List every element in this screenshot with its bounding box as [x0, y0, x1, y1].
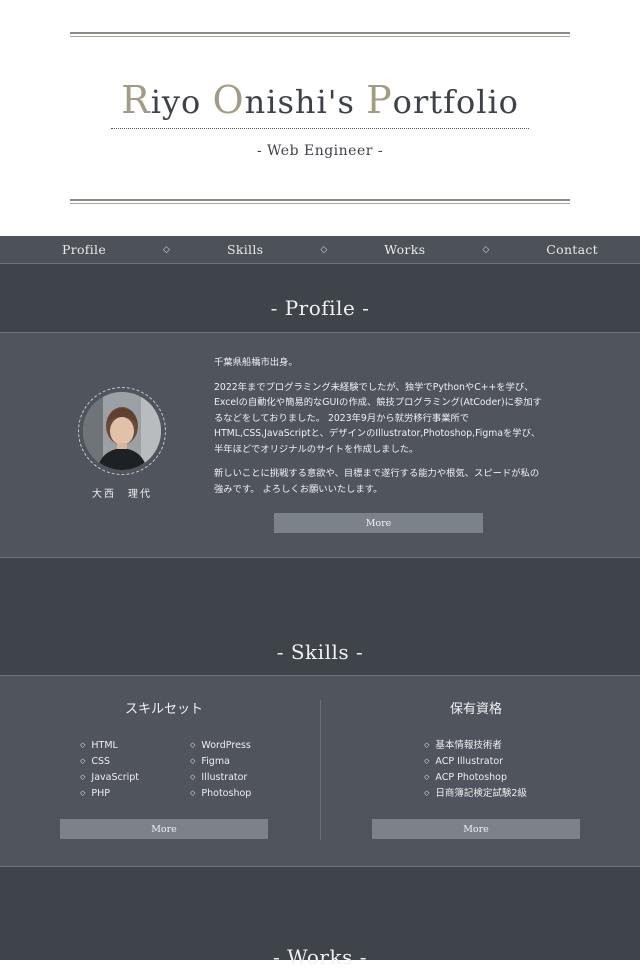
profile-paragraph-1: 千葉県船橋市出身。 [214, 357, 298, 368]
list-item: ACP Illustrator [424, 754, 527, 770]
nav-link-contact[interactable]: Contact [546, 242, 598, 257]
nav-link-profile[interactable]: Profile [62, 242, 106, 257]
list-item: JavaScript [80, 770, 139, 786]
title-part-1: iyo [150, 83, 213, 121]
list-item: Figma [190, 754, 251, 770]
list-item: 日商簿記検定試験2級 [424, 786, 527, 802]
list-item: HTML [80, 738, 139, 754]
profile-heading-band: - Profile - [0, 264, 640, 333]
list-item: WordPress [190, 738, 251, 754]
skills-panel: スキルセット HTML CSS JavaScript PHP WordPress… [0, 676, 640, 867]
title-part-2: nishi's [244, 83, 367, 121]
profile-heading: - Profile - [270, 296, 370, 320]
person-name: 大西 理代 [92, 489, 152, 500]
profile-paragraph-3: 新しいことに挑戦する意欲や、目標まで遂行する能力や根気、スピードが私の強みです。… [214, 468, 540, 495]
skills-heading: - Skills - [276, 640, 364, 664]
header-top-rule [70, 32, 570, 37]
certs-title: 保有資格 [449, 702, 502, 717]
title-cap-1: R [121, 78, 151, 122]
column-divider [320, 700, 321, 840]
nav-separator-diamond-icon: ◇ [163, 244, 170, 255]
certs-more-button[interactable]: More [372, 819, 580, 839]
list-item: 基本情報技術者 [424, 738, 527, 754]
list-item: CSS [80, 754, 139, 770]
list-item: ACP Photoshop [424, 770, 527, 786]
nav-link-works[interactable]: Works [384, 242, 425, 257]
profile-paragraph-2: 2022年までプログラミング未経験でしたが、独学でPythonやC++を学び、E… [214, 381, 542, 455]
skillset-list-2: WordPress Figma Illustrator Photoshop [190, 738, 251, 802]
avatar-frame [78, 387, 166, 475]
global-nav: Profile ◇ Skills ◇ Works ◇ Contact [0, 236, 640, 264]
profile-panel: 大西 理代 千葉県船橋市出身。 2022年までプログラミング未経験でしたが、独学… [0, 333, 640, 558]
list-item: Illustrator [190, 770, 251, 786]
portrait-image [83, 392, 161, 470]
skills-more-button[interactable]: More [60, 819, 268, 839]
certs-list: 基本情報技術者 ACP Illustrator ACP Photoshop 日商… [424, 738, 527, 802]
profile-more-button[interactable]: More [274, 513, 483, 533]
avatar [83, 392, 161, 470]
header-bottom-rule [70, 199, 570, 204]
skillset-list-1: HTML CSS JavaScript PHP [80, 738, 139, 802]
skills-heading-band: - Skills - [0, 558, 640, 676]
list-item: Photoshop [190, 786, 251, 802]
title-part-3: ortfolio [392, 83, 519, 121]
nav-separator-diamond-icon: ◇ [320, 244, 328, 255]
title-cap-3: P [366, 78, 393, 122]
site-header: Riyo Onishi's Portfolio - Web Engineer - [0, 0, 640, 236]
site-title: Riyo Onishi's Portfolio [0, 78, 640, 122]
title-dotted-underline [111, 128, 529, 129]
works-heading: - Works - [273, 945, 367, 969]
title-cap-2: O [212, 78, 245, 122]
list-item: PHP [80, 786, 139, 802]
works-heading-band: - Works - [0, 867, 640, 969]
skillset-title: スキルセット [124, 702, 203, 717]
nav-link-skills[interactable]: Skills [227, 242, 263, 257]
nav-separator-diamond-icon: ◇ [482, 244, 490, 255]
profile-description: 千葉県船橋市出身。 2022年までプログラミング未経験でしたが、独学でPytho… [214, 355, 542, 506]
tagline: - Web Engineer - [256, 143, 384, 159]
